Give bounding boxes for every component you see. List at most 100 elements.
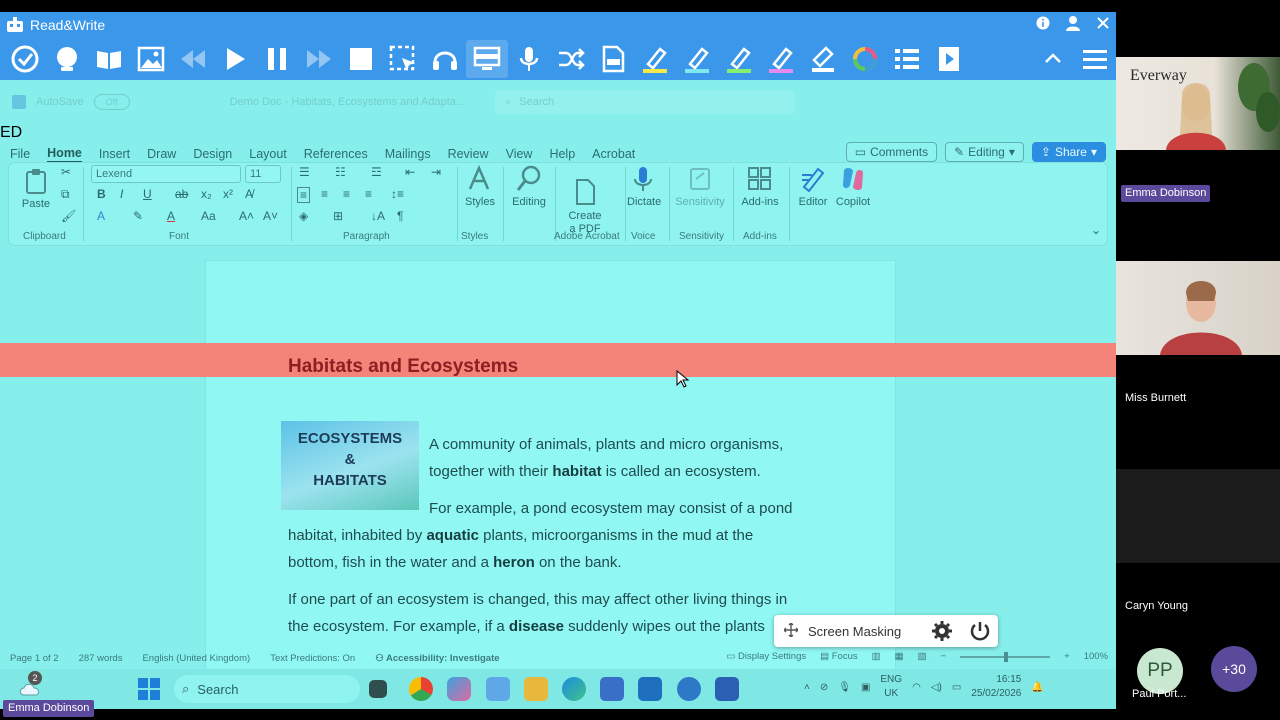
power-off-icon[interactable] <box>965 617 995 645</box>
highlight-lightgreen-icon[interactable] <box>718 40 760 78</box>
editing-button[interactable]: Editing <box>511 165 547 208</box>
tab-file[interactable]: File <box>10 147 30 161</box>
highlight-pink-icon[interactable] <box>760 40 802 78</box>
justify-icon[interactable]: ≡ <box>365 187 372 201</box>
bullets-icon[interactable]: ☰ <box>299 165 310 179</box>
tab-design[interactable]: Design <box>193 147 232 161</box>
borders-icon[interactable]: ⊞ <box>333 209 343 223</box>
copilot-button[interactable]: Copilot <box>835 165 871 208</box>
tab-insert[interactable]: Insert <box>99 147 130 161</box>
screen-share-icon[interactable]: ▣ <box>861 682 870 693</box>
copilot-taskbar-icon[interactable] <box>447 677 471 701</box>
task-view-icon[interactable] <box>369 680 387 698</box>
print-layout-icon[interactable]: ▦ <box>895 651 904 662</box>
align-left-icon[interactable]: ≡ <box>297 187 311 203</box>
align-right-icon[interactable]: ≡ <box>343 187 350 201</box>
tab-layout[interactable]: Layout <box>249 147 287 161</box>
web-layout-icon[interactable]: ▧ <box>918 651 927 662</box>
microphone-tray-icon[interactable]: 🎙 <box>838 682 851 693</box>
page-count[interactable]: Page 1 of 2 <box>10 653 59 664</box>
comments-button[interactable]: ▭ Comments <box>845 142 938 162</box>
participant-video-caryn[interactable] <box>1116 469 1280 563</box>
highlight-green-icon[interactable] <box>676 40 718 78</box>
tab-acrobat[interactable]: Acrobat <box>592 147 635 161</box>
font-size-box[interactable]: 11 <box>245 165 281 183</box>
zoom-slider-knob[interactable] <box>1004 651 1009 662</box>
cut-icon[interactable]: ✂ <box>61 165 71 179</box>
copy-icon[interactable]: ⧉ <box>61 187 70 202</box>
screenshot-reader-icon[interactable] <box>382 40 424 78</box>
zoom-slider[interactable] <box>960 651 1051 662</box>
chrome-icon[interactable] <box>409 677 433 701</box>
read-mode-icon[interactable]: ▥ <box>872 651 881 662</box>
word-search-input[interactable]: ⌕ Search <box>495 90 796 114</box>
practice-reading-icon[interactable] <box>928 40 970 78</box>
chevron-up-icon[interactable]: ˄ <box>804 682 810 693</box>
outlook-icon[interactable] <box>638 677 662 701</box>
font-color-icon[interactable]: A <box>167 209 175 223</box>
more-participants-button[interactable]: +30 <box>1211 646 1257 692</box>
hidden-camera-icon[interactable]: ⊘ <box>820 682 828 693</box>
tab-help[interactable]: Help <box>549 147 575 161</box>
tab-references[interactable]: References <box>304 147 368 161</box>
weather-widget[interactable]: 2 <box>18 671 42 697</box>
close-icon[interactable] <box>1090 16 1116 34</box>
stop-icon[interactable] <box>340 40 382 78</box>
info-icon[interactable] <box>1030 16 1056 34</box>
vocabulary-list-icon[interactable] <box>886 40 928 78</box>
screen-mask-icon[interactable] <box>466 40 508 78</box>
language-indicator[interactable]: ENG UK <box>880 673 902 701</box>
tab-review[interactable]: Review <box>448 147 489 161</box>
dictate-button[interactable]: Dictate <box>627 165 661 208</box>
editor-button[interactable]: Editor <box>795 165 831 208</box>
audio-maker-icon[interactable] <box>424 40 466 78</box>
shrink-font-icon[interactable]: A˅ <box>263 209 278 223</box>
numbering-icon[interactable]: ☷ <box>335 165 346 179</box>
tab-draw[interactable]: Draw <box>147 147 176 161</box>
zoom-out-icon[interactable]: − <box>941 651 947 662</box>
superscript-button[interactable]: x² <box>223 187 233 201</box>
volume-icon[interactable]: ◁) <box>931 682 942 693</box>
move-handle-icon[interactable] <box>783 622 799 640</box>
prediction-icon[interactable] <box>46 40 88 78</box>
taskbar-search-input[interactable]: ⌕ Search <box>174 675 360 703</box>
grow-font-icon[interactable]: A˄ <box>239 209 254 223</box>
shading-icon[interactable]: ◈ <box>299 209 308 223</box>
rewind-icon[interactable] <box>172 40 214 78</box>
pause-icon[interactable] <box>256 40 298 78</box>
tab-mailings[interactable]: Mailings <box>385 147 431 161</box>
highlight-yellow-icon[interactable] <box>634 40 676 78</box>
addins-button[interactable]: Add-ins <box>739 165 781 208</box>
focus-button[interactable]: ▤ Focus <box>820 651 858 662</box>
menu-icon[interactable] <box>1074 40 1116 78</box>
zoom-level[interactable]: 100% <box>1084 651 1108 662</box>
line-spacing-icon[interactable]: ↕≡ <box>391 187 404 201</box>
notifications-icon[interactable]: 🔔 <box>1031 682 1043 693</box>
highlight-color-icon[interactable]: ✎ <box>133 209 143 223</box>
clear-formatting-icon[interactable]: A̸ <box>245 187 253 201</box>
editing-mode-button[interactable]: ✎ Editing ▾ <box>945 142 1024 162</box>
dictionary-icon[interactable] <box>88 40 130 78</box>
forward-icon[interactable] <box>298 40 340 78</box>
format-painter-icon[interactable]: 🖌 <box>61 209 76 223</box>
subscript-button[interactable]: x₂ <box>201 187 212 201</box>
translator-icon[interactable] <box>550 40 592 78</box>
document-title[interactable]: Demo Doc - Habitats, Ecosystems and Adap… <box>230 96 465 108</box>
readwrite-taskbar-icon[interactable] <box>486 677 510 701</box>
clear-highlights-icon[interactable] <box>802 40 844 78</box>
sort-icon[interactable]: ↓A <box>371 209 385 223</box>
chevron-up-icon[interactable] <box>1032 40 1074 78</box>
wifi-icon[interactable]: ◠ <box>912 682 921 693</box>
text-predictions-status[interactable]: Text Predictions: On <box>270 653 355 664</box>
multilevel-list-icon[interactable]: ☲ <box>371 165 382 179</box>
picture-dictionary-icon[interactable] <box>130 40 172 78</box>
check-icon[interactable] <box>4 40 46 78</box>
play-icon[interactable] <box>214 40 256 78</box>
tab-home[interactable]: Home <box>47 146 82 163</box>
store-icon[interactable] <box>600 677 624 701</box>
change-case-icon[interactable]: Aa <box>201 209 216 223</box>
tab-view[interactable]: View <box>506 147 533 161</box>
underline-button[interactable]: U <box>143 187 152 201</box>
show-formatting-icon[interactable]: ¶ <box>397 209 403 223</box>
increase-indent-icon[interactable]: ⇥ <box>431 165 441 179</box>
